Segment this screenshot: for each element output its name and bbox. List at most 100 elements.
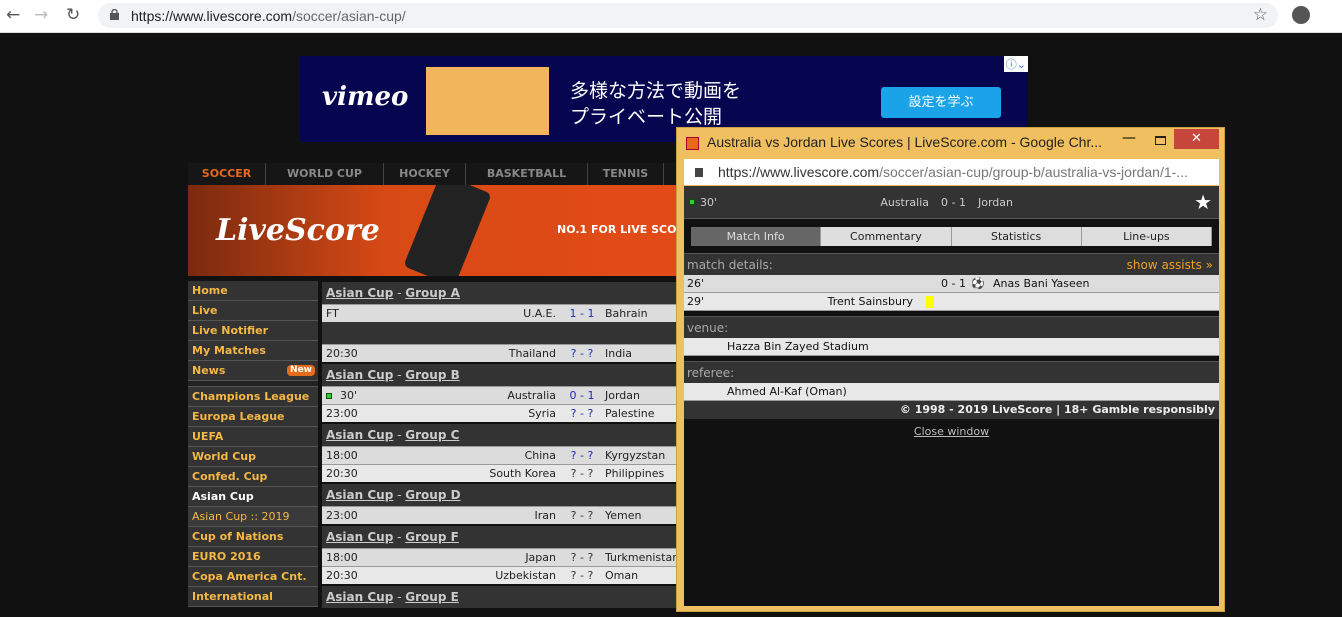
popup-footer: © 1998 - 2019 LiveScore | 18+ Gamble res… [684, 401, 1219, 419]
away-team: Yemen [605, 509, 642, 522]
match-time: 18:00 [326, 449, 358, 462]
close-button[interactable]: ✕ [1174, 129, 1219, 149]
sidebar-item[interactable]: Asian Cup :: 2019 [188, 507, 318, 527]
group-header: Asian Cup - Group A [322, 282, 682, 304]
popup-url[interactable]: https://www.livescore.com/soccer/asian-c… [684, 159, 1219, 185]
group-link[interactable]: Group D [405, 488, 460, 502]
match-minute: 30' [700, 196, 718, 209]
match-row[interactable]: FT U.A.E. 1 - 1 Bahrain [322, 304, 682, 322]
event-row: 29' Trent Sainsbury [684, 293, 1219, 311]
url-text: https://www.livescore.com/soccer/asian-c… [131, 8, 406, 24]
match-score[interactable]: ? - ? [564, 405, 600, 423]
group-link[interactable]: Group C [405, 428, 459, 442]
match-time: 23:00 [326, 407, 358, 420]
sidebar-item[interactable]: Live Notifier [188, 321, 318, 341]
account-icon[interactable] [1292, 6, 1310, 24]
match-time: 20:30 [326, 347, 358, 360]
show-assists-link[interactable]: show assists » [1127, 254, 1213, 276]
browser-toolbar: ← → ↻ https://www.livescore.com/soccer/a… [0, 0, 1342, 33]
reload-button[interactable]: ↻ [66, 5, 80, 25]
group-header: Asian Cup - Group E [322, 586, 682, 608]
nav-tab-world-cup[interactable]: WORLD CUP [266, 163, 384, 185]
group-link[interactable]: Group A [405, 286, 460, 300]
ad-image [426, 67, 549, 135]
tab-commentary[interactable]: Commentary [821, 227, 952, 246]
sidebar-item[interactable]: Live [188, 301, 318, 321]
match-score[interactable]: 1 - 1 [564, 305, 600, 323]
ad-info-icon[interactable]: ⓘ⌄ [1003, 56, 1028, 72]
match-details-header: match details: show assists » [684, 253, 1219, 275]
address-bar[interactable]: https://www.livescore.com/soccer/asian-c… [98, 3, 1278, 28]
sidebar-item[interactable]: UEFA [188, 427, 318, 447]
match-row[interactable]: 20:30 South Korea ? - ? Philippines [322, 464, 682, 482]
tab-line-ups[interactable]: Line-ups [1081, 227, 1212, 246]
bookmark-star-icon[interactable]: ☆ [1253, 5, 1268, 25]
sidebar-item[interactable]: International [188, 587, 318, 607]
group-link[interactable]: Group F [405, 530, 459, 544]
match-score[interactable]: 0 - 1 [564, 387, 600, 405]
tab-statistics[interactable]: Statistics [951, 227, 1082, 246]
minimize-button[interactable]: — [1122, 130, 1136, 146]
referee-header: referee: [684, 361, 1219, 383]
sidebar-item[interactable]: Confed. Cup [188, 467, 318, 487]
sidebar-item[interactable]: EURO 2016 [188, 547, 318, 567]
sidebar-item[interactable]: Copa America Cnt. [188, 567, 318, 587]
popup-window: Australia vs Jordan Live Scores | LiveSc… [676, 127, 1225, 612]
nav-tab-soccer[interactable]: SOCCER [188, 163, 266, 185]
separator: - [393, 286, 406, 300]
group-link[interactable]: Group E [405, 590, 459, 604]
scrollbar[interactable] [1333, 34, 1342, 617]
match-score[interactable]: ? - ? [564, 549, 600, 567]
match-score[interactable]: ? - ? [564, 345, 600, 363]
match-score[interactable]: ? - ? [564, 507, 600, 525]
match-row[interactable]: 20:30 Thailand ? - ? India [322, 344, 682, 362]
league-link[interactable]: Asian Cup [326, 530, 393, 544]
forward-button[interactable]: → [34, 5, 48, 25]
home-team: Australia [507, 389, 556, 402]
ad-text: 多様な方法で動画を プライベート公開 [570, 80, 742, 128]
sidebar-item[interactable]: Champions League [188, 387, 318, 407]
group-link[interactable]: Group B [405, 368, 459, 382]
nav-tab-hockey[interactable]: HOCKEY [384, 163, 466, 185]
sidebar-item[interactable]: My Matches [188, 341, 318, 361]
nav-tab-tennis[interactable]: TENNIS [588, 163, 664, 185]
sidebar-item[interactable]: Asian Cup [188, 487, 318, 507]
away-team: India [605, 347, 632, 360]
home-team: Australia [880, 196, 929, 209]
match-score[interactable]: ? - ? [564, 447, 600, 465]
league-link[interactable]: Asian Cup [326, 488, 393, 502]
back-button[interactable]: ← [6, 5, 20, 25]
sidebar-item[interactable]: Cup of Nations [188, 527, 318, 547]
match-row[interactable]: 20:30 Uzbekistan ? - ? Oman [322, 566, 682, 584]
separator: - [393, 590, 406, 604]
match-row[interactable]: 18:00 Japan ? - ? Turkmenistan [322, 548, 682, 566]
match-score[interactable]: ? - ? [564, 567, 600, 585]
away-team: Bahrain [605, 307, 648, 320]
sidebar-item[interactable]: World Cup [188, 447, 318, 467]
match-row[interactable]: 30' Australia 0 - 1 Jordan [322, 386, 682, 404]
match-row[interactable]: 23:00 Iran ? - ? Yemen [322, 506, 682, 524]
group-header: Asian Cup - Group C [322, 424, 682, 446]
new-badge: New [287, 365, 315, 376]
ad-cta-button[interactable]: 設定を学ぶ [881, 87, 1001, 118]
livescore-logo: LiveScore [216, 213, 380, 248]
match-row[interactable]: 23:00 Syria ? - ? Palestine [322, 404, 682, 422]
sidebar-item[interactable]: News New [188, 361, 318, 381]
sidebar-item[interactable]: Europa League [188, 407, 318, 427]
match-time: 18:00 [326, 551, 358, 564]
favorite-star-icon[interactable]: ★ [1194, 190, 1212, 214]
league-link[interactable]: Asian Cup [326, 286, 393, 300]
sidebar-item[interactable]: Home [188, 281, 318, 301]
league-link[interactable]: Asian Cup [326, 368, 393, 382]
separator: - [393, 488, 406, 502]
league-link[interactable]: Asian Cup [326, 428, 393, 442]
maximize-button[interactable] [1155, 136, 1166, 145]
close-window-link[interactable]: Close window [684, 425, 1219, 438]
match-score[interactable]: ? - ? [564, 465, 600, 483]
tab-match-info[interactable]: Match Info [691, 227, 822, 246]
spacer [322, 322, 682, 344]
league-link[interactable]: Asian Cup [326, 590, 393, 604]
match-row[interactable]: 18:00 China ? - ? Kyrgyzstan [322, 446, 682, 464]
nav-tab-basketball[interactable]: BASKETBALL [466, 163, 588, 185]
goal-icon: ⚽ [971, 277, 985, 290]
